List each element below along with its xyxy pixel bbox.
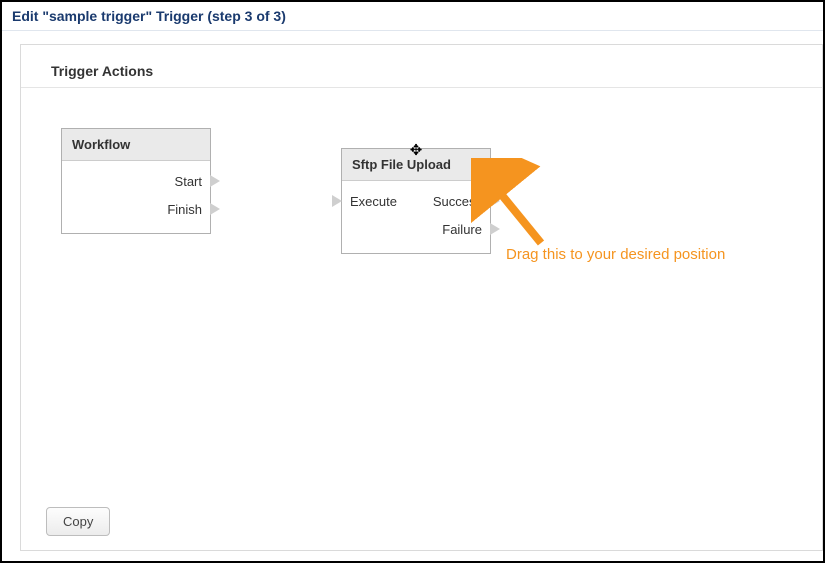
- connector-out-icon[interactable]: [210, 175, 220, 187]
- port-success[interactable]: Success: [416, 194, 482, 209]
- connector-out-icon[interactable]: [210, 203, 220, 215]
- connector-out-icon[interactable]: [490, 223, 500, 235]
- node-sftp-header[interactable]: Sftp File Upload: [342, 149, 490, 181]
- port-start[interactable]: Start: [70, 174, 202, 189]
- trigger-actions-panel: Trigger Actions Workflow Start Finish ✥ …: [20, 44, 823, 551]
- annotation-text: Drag this to your desired position: [506, 246, 725, 263]
- port-row-start: Start: [62, 167, 210, 195]
- node-sftp-body: Execute Success Failure: [342, 181, 490, 253]
- node-workflow[interactable]: Workflow Start Finish: [61, 128, 211, 234]
- port-row-failure: Failure: [342, 215, 490, 243]
- workflow-canvas[interactable]: Workflow Start Finish ✥ Sftp File Upload…: [21, 88, 822, 508]
- node-sftp[interactable]: ✥ Sftp File Upload Execute Success Failu…: [341, 148, 491, 254]
- port-failure[interactable]: Failure: [416, 222, 482, 237]
- connector-in-icon[interactable]: [332, 195, 342, 207]
- port-row-execute-success: Execute Success: [342, 187, 490, 215]
- node-workflow-header[interactable]: Workflow: [62, 129, 210, 161]
- node-workflow-body: Start Finish: [62, 161, 210, 233]
- page-title: Edit "sample trigger" Trigger (step 3 of…: [12, 8, 286, 24]
- port-finish[interactable]: Finish: [70, 202, 202, 217]
- page-header: Edit "sample trigger" Trigger (step 3 of…: [2, 2, 823, 31]
- section-title: Trigger Actions: [21, 45, 822, 88]
- connector-out-icon[interactable]: [490, 195, 500, 207]
- port-execute[interactable]: Execute: [350, 194, 416, 209]
- copy-button[interactable]: Copy: [46, 507, 110, 536]
- port-row-finish: Finish: [62, 195, 210, 223]
